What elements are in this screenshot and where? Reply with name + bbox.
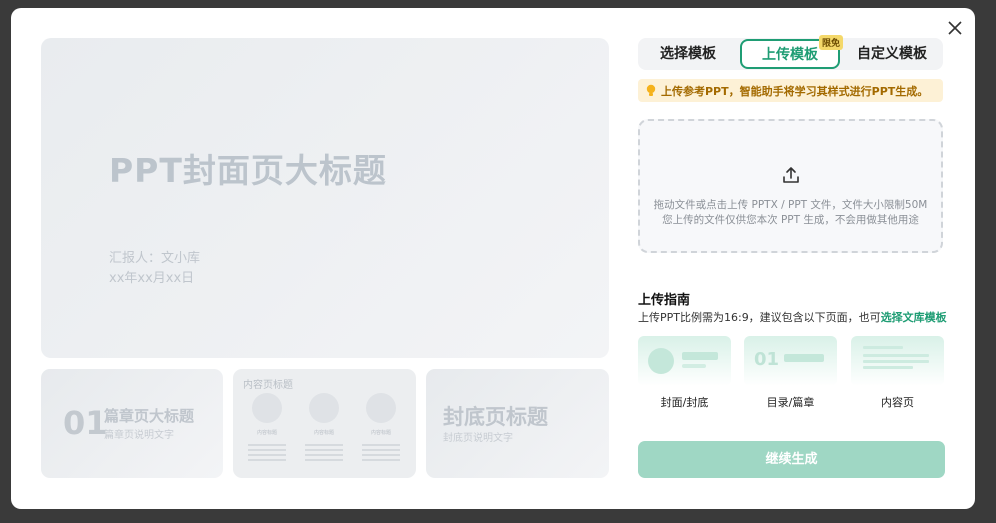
back-title: 封底页标题 bbox=[443, 405, 548, 429]
content-column: 内容标题 bbox=[359, 393, 403, 464]
tab-select-template[interactable]: 选择模板 bbox=[638, 38, 738, 70]
example-toc-label: 目录/篇章 bbox=[766, 396, 815, 409]
guide-desc-text: 上传PPT比例需为16:9，建议包含以下页面，也可 bbox=[638, 311, 881, 324]
chapter-page-preview: 01 篇章页大标题 篇章页说明文字 bbox=[41, 369, 223, 478]
upload-template-dialog: PPT封面页大标题 汇报人：文小库 xx年xx月xx日 01 篇章页大标题 篇章… bbox=[11, 8, 975, 509]
cover-title: PPT封面页大标题 bbox=[109, 151, 387, 190]
content-circle bbox=[252, 393, 282, 423]
lightbulb-icon bbox=[646, 84, 656, 96]
upload-guide-description: 上传PPT比例需为16:9，建议包含以下页面，也可选择文库模板 bbox=[638, 309, 947, 325]
chapter-number: 01 bbox=[63, 404, 108, 442]
example-content-label: 内容页 bbox=[881, 396, 914, 409]
content-circle bbox=[366, 393, 396, 423]
example-cover-label: 封面/封底 bbox=[660, 396, 709, 409]
chapter-subtitle: 篇章页说明文字 bbox=[104, 430, 174, 441]
tab-custom-template[interactable]: 自定义模板 bbox=[842, 38, 942, 70]
file-dropzone[interactable]: 拖动文件或点击上传 PPTX / PPT 文件，文件大小限制50M 您上传的文件… bbox=[638, 119, 943, 253]
content-label: 内容标题 bbox=[256, 430, 277, 436]
content-page-preview: 内容页标题 内容标题 内容标题 内容标题 bbox=[233, 369, 416, 478]
back-subtitle: 封底页说明文字 bbox=[443, 433, 513, 444]
example-toc-number: 01 bbox=[754, 349, 780, 370]
cover-reporter: 汇报人：文小库 bbox=[109, 251, 201, 266]
content-column: 内容标题 bbox=[302, 393, 346, 464]
content-lines bbox=[302, 444, 346, 461]
content-label: 内容标题 bbox=[313, 430, 334, 436]
example-content-card bbox=[851, 336, 944, 386]
content-column: 内容标题 bbox=[245, 393, 289, 464]
select-library-template-link[interactable]: 选择文库模板 bbox=[881, 311, 947, 324]
upload-notice: 上传参考PPT，智能助手将学习其样式进行PPT生成。 bbox=[638, 79, 943, 102]
close-icon[interactable] bbox=[945, 18, 965, 38]
example-toc-card: 01 bbox=[744, 336, 837, 386]
free-badge: 限免 bbox=[819, 35, 844, 50]
content-circle bbox=[309, 393, 339, 423]
cover-page-preview: PPT封面页大标题 汇报人：文小库 xx年xx月xx日 bbox=[41, 38, 609, 358]
template-tabs: 选择模板 上传模板 自定义模板 限免 bbox=[638, 35, 943, 70]
back-page-preview: 封底页标题 封底页说明文字 bbox=[426, 369, 609, 478]
cover-date: xx年xx月xx日 bbox=[109, 271, 195, 286]
content-page-title: 内容页标题 bbox=[243, 380, 293, 391]
dropzone-instruction: 拖动文件或点击上传 PPTX / PPT 文件，文件大小限制50M bbox=[653, 199, 928, 211]
notice-text: 上传参考PPT，智能助手将学习其样式进行PPT生成。 bbox=[661, 85, 929, 98]
dropzone-privacy-note: 您上传的文件仅供您本次 PPT 生成，不会用做其他用途 bbox=[662, 214, 919, 226]
chapter-title: 篇章页大标题 bbox=[104, 407, 195, 425]
upload-guide-title: 上传指南 bbox=[638, 293, 691, 308]
content-label: 内容标题 bbox=[370, 430, 391, 436]
example-cover-card bbox=[638, 336, 731, 386]
upload-icon bbox=[783, 167, 799, 183]
content-lines bbox=[359, 444, 403, 461]
content-lines bbox=[245, 444, 289, 461]
continue-generate-button[interactable]: 继续生成 bbox=[638, 441, 945, 478]
